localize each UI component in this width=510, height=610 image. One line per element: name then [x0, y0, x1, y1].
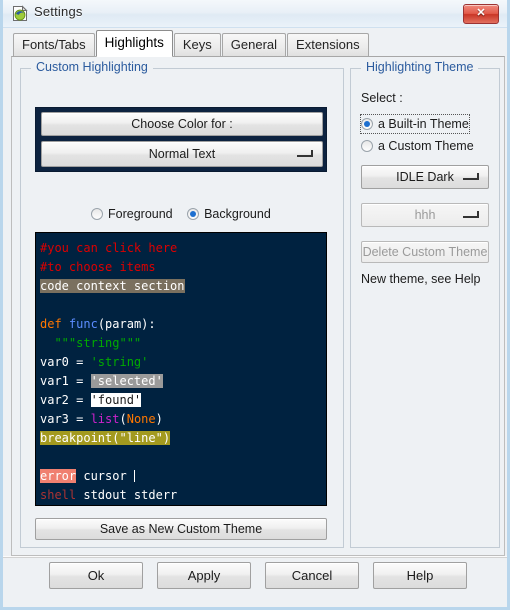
code-line-var1: var1 = 'selected'	[40, 372, 322, 391]
code-line-breakpoint: breakpoint("line")	[40, 429, 322, 448]
tab-label: Highlights	[104, 35, 164, 50]
code-line-error: error cursor	[40, 467, 322, 486]
code-plain: var0 =	[40, 355, 91, 369]
settings-window: Settings ✕ Fonts/Tabs Highlights Keys Ge…	[0, 0, 510, 610]
code-line-var3: var3 = list(None)	[40, 412, 163, 426]
text-cursor-icon	[133, 470, 135, 482]
builtin-theme-combobox[interactable]: IDLE Dark	[361, 165, 489, 189]
tab-label: Extensions	[296, 37, 360, 52]
code-plain: var1 =	[40, 374, 91, 388]
chevron-down-icon	[297, 150, 313, 159]
custom-highlighting-group: Custom Highlighting Choose Color for : N…	[20, 60, 344, 548]
code-comment: #you can click here	[40, 241, 178, 255]
code-comment: #to choose items	[40, 260, 156, 274]
radio-foreground-label: Foreground	[108, 207, 173, 221]
code-keyword: def	[40, 317, 62, 331]
code-string: 'string'	[90, 355, 149, 369]
radio-builtin-theme[interactable]: a Built-in Theme	[360, 114, 470, 134]
highlighting-theme-title: Highlighting Theme	[361, 60, 479, 74]
code-line-var2: var2 = 'found'	[40, 391, 322, 410]
ok-button[interactable]: Ok	[49, 562, 143, 589]
code-selection: 'selected'	[90, 374, 163, 388]
code-plain: (param):	[97, 317, 156, 331]
highlight-target-value: Normal Text	[148, 147, 216, 161]
tab-label: General	[230, 37, 278, 52]
code-string: """string"""	[40, 336, 142, 350]
apply-button[interactable]: Apply	[157, 562, 251, 589]
code-found: 'found'	[90, 393, 142, 407]
close-icon: ✕	[476, 7, 486, 19]
window-title: Settings	[34, 4, 83, 19]
code-line-comment2: #to choose items	[40, 258, 322, 277]
title-bar: Settings ✕	[3, 0, 507, 28]
code-cursor-label: cursor	[76, 469, 134, 483]
code-line-comment1: #you can click here	[40, 239, 322, 258]
tab-strip: Fonts/Tabs Highlights Keys General Exten…	[13, 30, 370, 57]
tab-general[interactable]: General	[221, 33, 287, 56]
code-line-context: code context section	[40, 277, 322, 296]
code-plain: stdout stderr	[76, 488, 178, 502]
highlights-tab-panel: Custom Highlighting Choose Color for : N…	[11, 56, 505, 556]
choose-color-button[interactable]: Choose Color for :	[41, 112, 323, 136]
close-button[interactable]: ✕	[463, 4, 499, 24]
code-plain: var3 =	[40, 412, 91, 426]
color-chooser-frame: Choose Color for : Normal Text	[35, 107, 327, 172]
code-line-var0: var0 = 'string'	[40, 353, 322, 372]
code-line-blank2	[40, 448, 322, 467]
code-line-def: def func(param):	[40, 315, 322, 334]
highlight-sample-text[interactable]: #you can click here #to choose items cod…	[35, 232, 327, 506]
radio-foreground[interactable]: Foreground	[91, 205, 173, 223]
radio-builtin-theme-label: a Built-in Theme	[378, 117, 469, 131]
tab-highlights[interactable]: Highlights	[95, 30, 173, 57]
radio-dot-icon	[361, 140, 373, 152]
radio-background[interactable]: Background	[187, 205, 271, 223]
code-shell: shell	[40, 488, 77, 502]
new-theme-note: New theme, see Help	[361, 272, 481, 286]
tab-keys[interactable]: Keys	[173, 33, 221, 56]
code-keyword-none: None	[126, 412, 156, 426]
code-line-blank1	[40, 296, 322, 315]
code-builtin: list	[90, 412, 120, 426]
tab-fonts-tabs[interactable]: Fonts/Tabs	[13, 33, 95, 56]
highlighting-theme-group: Highlighting Theme Select : a Built-in T…	[350, 60, 500, 548]
radio-custom-theme[interactable]: a Custom Theme	[361, 137, 474, 155]
radio-dot-icon	[91, 208, 103, 220]
radio-custom-theme-label: a Custom Theme	[378, 139, 474, 153]
code-error: error	[40, 469, 77, 483]
code-context-section: code context section	[40, 279, 185, 293]
separator	[3, 556, 507, 558]
custom-theme-value: hhh	[414, 208, 436, 222]
cancel-button[interactable]: Cancel	[265, 562, 359, 589]
help-button[interactable]: Help	[373, 562, 467, 589]
delete-custom-theme-button[interactable]: Delete Custom Theme	[361, 241, 489, 263]
builtin-theme-value: IDLE Dark	[396, 170, 454, 184]
save-as-new-custom-theme-button[interactable]: Save as New Custom Theme	[35, 518, 327, 540]
tab-label: Keys	[182, 37, 212, 52]
chevron-down-icon	[463, 173, 479, 182]
code-breakpoint: breakpoint("line")	[40, 431, 171, 445]
chevron-down-icon	[463, 211, 479, 220]
code-definition: func	[68, 317, 98, 331]
custom-theme-combobox[interactable]: hhh	[361, 203, 489, 227]
tab-extensions[interactable]: Extensions	[287, 33, 369, 56]
code-plain: var2 =	[40, 393, 91, 407]
radio-dot-icon	[361, 118, 373, 130]
radio-background-label: Background	[204, 207, 271, 221]
tab-label: Fonts/Tabs	[22, 37, 86, 52]
fg-bg-radio-group: Foreground Background	[91, 205, 291, 225]
code-line-docstring: """string"""	[40, 334, 322, 353]
custom-highlighting-title: Custom Highlighting	[31, 60, 153, 74]
highlight-target-combobox[interactable]: Normal Text	[41, 141, 323, 167]
radio-dot-icon	[187, 208, 200, 220]
idle-python-icon	[12, 5, 29, 22]
select-label: Select :	[361, 91, 403, 105]
code-line-shell: shell stdout stderr	[40, 486, 322, 505]
